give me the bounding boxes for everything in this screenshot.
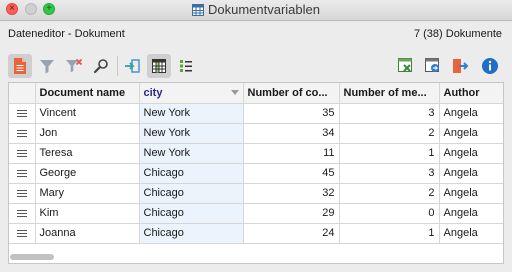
row-drag-handle-icon[interactable]: [9, 183, 36, 204]
cell-document-name[interactable]: Vincent: [35, 103, 140, 124]
row-drag-handle-icon[interactable]: [9, 223, 36, 244]
import-button[interactable]: [120, 54, 144, 78]
cell-city[interactable]: Chicago: [139, 203, 244, 224]
horizontal-scrollbar[interactable]: [10, 254, 54, 260]
column-header-city[interactable]: city: [139, 83, 244, 104]
cell-city[interactable]: New York: [139, 143, 244, 164]
cell-author[interactable]: Angela: [439, 203, 503, 224]
column-header-author[interactable]: Author: [439, 83, 503, 104]
row-drag-handle-icon[interactable]: [9, 203, 36, 224]
table-row[interactable]: Vincent New York 35 3 Angela: [9, 103, 503, 124]
export-arrow-icon: [125, 59, 140, 73]
cell-number-of-codes[interactable]: 24: [243, 223, 340, 244]
cell-number-of-memos[interactable]: 3: [339, 103, 440, 124]
cell-number-of-codes[interactable]: 34: [243, 123, 340, 144]
table-row[interactable]: Teresa New York 11 1 Angela: [9, 143, 503, 164]
document-count: 7 (38) Dokumente: [413, 28, 502, 40]
settings-export-button[interactable]: [421, 54, 445, 78]
document-button[interactable]: [8, 54, 32, 78]
window-titlebar: × + Dokumentvariablen: [0, 0, 512, 21]
column-header-number-of-codes[interactable]: Number of co...: [243, 83, 340, 104]
remove-filter-icon: [66, 58, 83, 73]
cell-author[interactable]: Angela: [439, 223, 503, 244]
cell-city[interactable]: Chicago: [139, 183, 244, 204]
cell-city[interactable]: New York: [139, 123, 244, 144]
exit-icon: [453, 59, 469, 73]
document-icon: [14, 58, 26, 74]
table-row[interactable]: George Chicago 45 3 Angela: [9, 163, 503, 184]
column-header-city-label: city: [143, 86, 163, 99]
grid-view-icon: [152, 59, 166, 73]
filter-icon: [40, 60, 54, 74]
grid-view-button[interactable]: [147, 54, 171, 78]
cell-document-name[interactable]: Joanna: [35, 223, 140, 244]
settings-export-icon: [425, 58, 439, 72]
data-grid[interactable]: Document name city Number of co... Numbe…: [8, 82, 504, 264]
cell-number-of-codes[interactable]: 11: [243, 143, 340, 164]
editor-label: Dateneditor - Dokument: [8, 28, 125, 40]
info-button[interactable]: [478, 54, 502, 78]
sort-arrow-icon: [230, 90, 239, 95]
table-header-row: Document name city Number of co... Numbe…: [9, 83, 503, 104]
row-drag-handle-icon[interactable]: [9, 143, 36, 164]
table-row[interactable]: Mary Chicago 32 2 Angela: [9, 183, 503, 204]
cell-city[interactable]: Chicago: [139, 163, 244, 184]
cell-document-name[interactable]: George: [35, 163, 140, 184]
excel-export-icon: [398, 58, 412, 72]
cell-author[interactable]: Angela: [439, 103, 503, 124]
cell-author[interactable]: Angela: [439, 183, 503, 204]
table-row[interactable]: Joanna Chicago 24 1 Angela: [9, 223, 503, 244]
column-header-document-name[interactable]: Document name: [35, 83, 140, 104]
cell-number-of-codes[interactable]: 29: [243, 203, 340, 224]
cell-number-of-memos[interactable]: 0: [339, 203, 440, 224]
toolbar-separator: [117, 56, 118, 76]
variables-table: Document name city Number of co... Numbe…: [9, 83, 503, 244]
cell-author[interactable]: Angela: [439, 143, 503, 164]
cell-author[interactable]: Angela: [439, 123, 503, 144]
cell-city[interactable]: Chicago: [139, 223, 244, 244]
cell-author[interactable]: Angela: [439, 163, 503, 184]
exit-button[interactable]: [448, 54, 472, 78]
cell-document-name[interactable]: Kim: [35, 203, 140, 224]
row-drag-handle-icon[interactable]: [9, 123, 36, 144]
cell-number-of-memos[interactable]: 2: [339, 183, 440, 204]
excel-export-button[interactable]: [394, 54, 418, 78]
remove-filter-button[interactable]: [62, 54, 86, 78]
cell-number-of-memos[interactable]: 2: [339, 123, 440, 144]
column-header-number-of-memos[interactable]: Number of me...: [339, 83, 440, 104]
cell-number-of-memos[interactable]: 1: [339, 223, 440, 244]
window-title-text: Dokumentvariablen: [207, 2, 320, 17]
info-icon: [482, 58, 498, 74]
cell-city[interactable]: New York: [139, 103, 244, 124]
search-icon: [93, 59, 108, 74]
cell-number-of-codes[interactable]: 35: [243, 103, 340, 124]
filter-button[interactable]: [35, 54, 59, 78]
cell-document-name[interactable]: Mary: [35, 183, 140, 204]
cell-number-of-codes[interactable]: 45: [243, 163, 340, 184]
list-view-icon: [180, 60, 192, 72]
table-row[interactable]: Kim Chicago 29 0 Angela: [9, 203, 503, 224]
table-row[interactable]: Jon New York 34 2 Angela: [9, 123, 503, 144]
cell-number-of-codes[interactable]: 32: [243, 183, 340, 204]
cell-number-of-memos[interactable]: 3: [339, 163, 440, 184]
table-icon: [191, 4, 204, 16]
handle-column-header: [9, 83, 36, 104]
list-view-button[interactable]: [174, 54, 198, 78]
row-drag-handle-icon[interactable]: [9, 163, 36, 184]
cell-document-name[interactable]: Teresa: [35, 143, 140, 164]
cell-number-of-memos[interactable]: 1: [339, 143, 440, 164]
row-drag-handle-icon[interactable]: [9, 103, 36, 124]
search-button[interactable]: [89, 54, 113, 78]
cell-document-name[interactable]: Jon: [35, 123, 140, 144]
window-title: Dokumentvariablen: [0, 0, 512, 20]
